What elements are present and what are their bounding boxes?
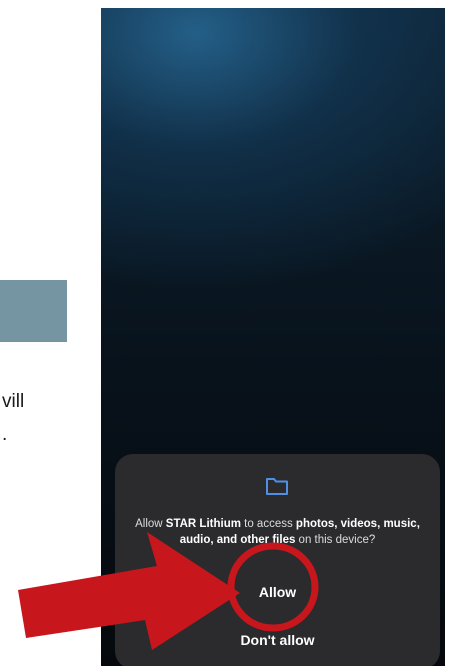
cropped-text-line-1: vill bbox=[2, 391, 25, 412]
message-prefix: Allow bbox=[135, 518, 166, 530]
dont-allow-button[interactable]: Don't allow bbox=[175, 626, 380, 654]
cropped-instruction-text: vill . bbox=[2, 385, 62, 451]
permission-message: Allow STAR Lithium to access photos, vid… bbox=[125, 516, 430, 548]
message-mid: to access bbox=[240, 518, 296, 530]
allow-button[interactable]: Allow bbox=[175, 575, 380, 609]
cropped-image-block bbox=[0, 280, 67, 342]
app-name: STAR Lithium bbox=[165, 518, 241, 530]
cropped-text-line-2: . bbox=[2, 424, 8, 445]
phone-screen: Allow STAR Lithium to access photos, vid… bbox=[101, 8, 445, 666]
message-suffix: on this device? bbox=[295, 534, 376, 546]
folder-icon bbox=[266, 478, 288, 495]
permission-dialog: Allow STAR Lithium to access photos, vid… bbox=[115, 454, 440, 666]
